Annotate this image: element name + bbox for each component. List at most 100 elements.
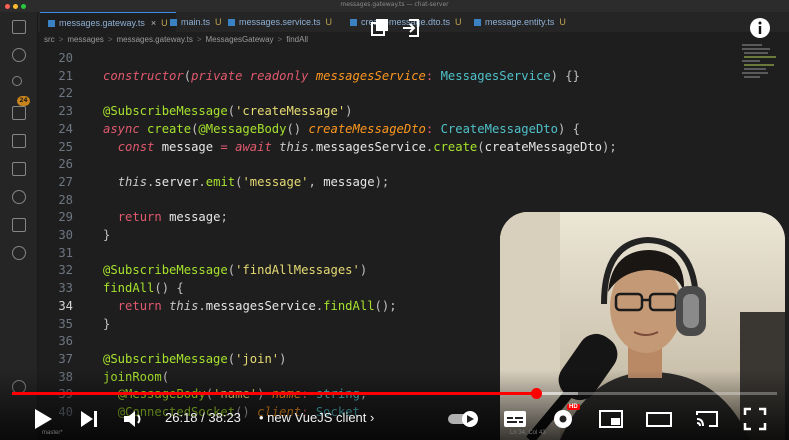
tab-label: message.entity.ts [485,17,555,27]
theater-mode-icon[interactable] [645,405,673,433]
git-branch[interactable]: master* [42,430,63,436]
extensions-icon[interactable] [12,134,26,148]
share-icon[interactable] [400,16,424,40]
code-line[interactable]: 22 [38,85,789,103]
tab-message-entity[interactable]: message.entity.ts U [466,12,574,32]
code-line[interactable]: 27 this.server.emit('message', message); [38,174,789,192]
code-token: ( [227,104,236,119]
typescript-file-icon [228,19,235,26]
code-line[interactable]: 28 [38,192,789,210]
testing-icon[interactable] [12,190,26,204]
chapter-title[interactable]: • new VueJS client › [259,410,374,425]
code-token: message [161,139,221,154]
code-token: ( [183,68,192,83]
docker-icon[interactable] [12,218,26,232]
code-token: ( [477,139,485,154]
minimap[interactable] [740,40,780,100]
code-line[interactable]: 21 constructor(private readonly messagesS… [38,68,789,86]
code-text: async create(@MessageBody() createMessag… [103,121,580,139]
code-token: : [425,121,441,136]
run-debug-icon[interactable] [12,106,26,120]
code-token: this [169,298,199,313]
fullscreen-icon[interactable] [741,405,769,433]
code-token: . [308,139,316,154]
search-icon[interactable] [12,48,26,62]
code-line[interactable]: 23 @SubscribeMessage('createMessage') [38,103,789,121]
chapter-label: • new VueJS client [259,410,367,425]
line-number: 27 [58,174,73,189]
line-number: 25 [58,139,73,154]
code-token: messagesService [205,298,316,313]
code-token: } [103,316,111,331]
code-line[interactable]: 26 [38,156,789,174]
progress-bar[interactable] [12,392,777,395]
source-control-icon[interactable] [12,76,22,86]
code-token: : [425,68,441,83]
line-number: 34 [58,298,73,313]
chevron-right-icon: › [370,410,375,425]
miniplayer-icon[interactable] [597,405,625,433]
code-token: = [220,139,236,154]
code-token: messagesService [315,139,426,154]
tab-messages-gateway[interactable]: messages.gateway.ts × U [40,12,176,32]
autoplay-toggle[interactable] [446,405,482,433]
line-number: 36 [58,334,73,349]
typescript-file-icon [474,19,481,26]
breadcrumb-separator: > [277,35,283,44]
cast-icon[interactable] [693,405,721,433]
code-line[interactable]: 24 async create(@MessageBody() createMess… [38,121,789,139]
cursor-position[interactable]: Ln 34, Col 43 [510,430,546,436]
line-number: 20 [58,51,73,65]
time-display: 26:18 / 38:23 [165,410,241,425]
breadcrumb-item[interactable]: src [44,35,55,44]
subtitles-icon[interactable] [502,405,528,433]
code-token: () { [154,281,184,296]
code-token: ) [345,104,353,119]
code-token: . [198,174,206,189]
remote-explorer-icon[interactable] [12,162,26,176]
code-token: 'message' [242,174,309,189]
code-token: const [117,139,162,154]
breadcrumb-item[interactable]: MessagesGateway [206,35,274,44]
code-token: ( [227,263,236,278]
code-text: @SubscribeMessage('join') [103,351,286,369]
code-token: messagesService [315,68,426,83]
tab-messages-service[interactable]: messages.service.ts U [220,12,340,32]
code-token: await [235,139,280,154]
code-token: this [279,139,309,154]
github-icon[interactable] [12,246,26,260]
code-token: create [147,121,192,136]
tab-label: messages.gateway.ts [59,18,145,28]
hd-badge: HD [567,404,580,410]
close-tab-icon[interactable]: × [151,18,156,28]
code-token: 'join' [235,351,280,366]
volume-icon[interactable] [120,405,146,433]
code-token: ) [359,263,368,278]
next-icon[interactable] [76,405,102,433]
breadcrumb-item[interactable]: messages.gateway.ts [116,35,192,44]
breadcrumb-item[interactable]: findAll [286,35,308,44]
code-token: readonly [249,68,316,83]
explorer-icon[interactable] [12,20,26,34]
code-token: } [103,228,111,242]
play-icon[interactable] [28,405,56,433]
info-icon[interactable] [748,16,772,40]
line-number: 24 [58,121,73,136]
line-number: 30 [58,228,73,242]
code-token: . [198,298,206,313]
code-line[interactable]: 20 [38,50,789,68]
line-number: 37 [58,351,73,366]
code-token: CreateMessageDto [440,121,558,136]
breadcrumb-item[interactable]: messages [67,35,103,44]
code-token: MessagesService [440,68,551,83]
watch-later-icon[interactable] [368,16,392,40]
code-line[interactable]: 25 const message = await this.messagesSe… [38,139,789,157]
code-text: this.server.emit('message', message); [103,174,390,192]
code-token: (); [374,298,397,313]
untracked-mark: U [455,17,462,27]
untracked-mark: U [559,17,566,27]
code-token: 'findAllMessages' [235,263,360,278]
code-token: message [323,174,375,189]
line-number: 23 [58,104,73,119]
code-token: createMessageDto [484,139,603,154]
